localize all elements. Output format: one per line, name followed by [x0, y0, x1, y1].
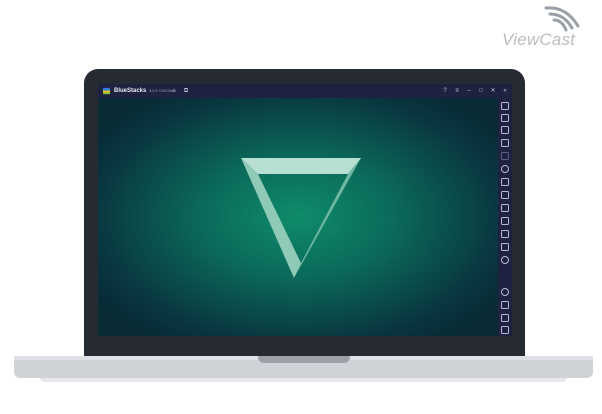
collapse-icon[interactable]: «	[501, 87, 509, 95]
app-name: BlueStacks	[114, 88, 147, 94]
gamepad-icon[interactable]	[501, 178, 509, 186]
laptop-base-shadow	[40, 378, 567, 382]
laptop-notch	[258, 356, 350, 363]
volume-down-icon[interactable]	[501, 126, 509, 134]
macro-icon[interactable]	[501, 191, 509, 199]
app-content[interactable]	[98, 98, 498, 336]
multi-instance-icon[interactable]	[501, 230, 509, 238]
volume-up-icon[interactable]	[501, 114, 509, 122]
signal-waves-icon	[544, 6, 580, 32]
multi-window-icon[interactable]: ⧉	[182, 87, 190, 95]
side-toolbar	[498, 98, 512, 336]
home-icon[interactable]: ⌂	[170, 87, 178, 95]
close-icon[interactable]: ✕	[489, 87, 497, 95]
rotate-icon[interactable]	[501, 165, 509, 173]
screenshot-icon[interactable]	[501, 204, 509, 212]
maximize-icon[interactable]: □	[477, 87, 485, 95]
penrose-triangle-logo	[241, 158, 361, 278]
help-icon[interactable]: ?	[441, 87, 449, 95]
bluestacks-logo-icon	[102, 87, 111, 94]
back-icon[interactable]	[501, 301, 509, 309]
camera-icon[interactable]	[501, 152, 509, 160]
folder-icon[interactable]	[501, 217, 509, 225]
brand-name: ViewCast	[502, 30, 576, 49]
home-icon[interactable]	[501, 314, 509, 322]
minimize-icon[interactable]: –	[465, 87, 473, 95]
settings-icon[interactable]	[501, 288, 509, 296]
menu-icon[interactable]: ≡	[453, 87, 461, 95]
eco-icon[interactable]	[501, 256, 509, 264]
title-bar: BlueStacks 5.0.0.7228 Beta ⌂ ⧉ ? ≡ – □ ✕…	[98, 84, 512, 98]
layers-icon[interactable]	[501, 243, 509, 251]
laptop-screen: BlueStacks 5.0.0.7228 Beta ⌂ ⧉ ? ≡ – □ ✕…	[98, 84, 512, 336]
recent-apps-icon[interactable]	[501, 326, 509, 334]
keyboard-icon[interactable]	[501, 139, 509, 147]
fullscreen-icon[interactable]	[501, 102, 509, 110]
viewcast-logo: ViewCast	[500, 6, 596, 50]
